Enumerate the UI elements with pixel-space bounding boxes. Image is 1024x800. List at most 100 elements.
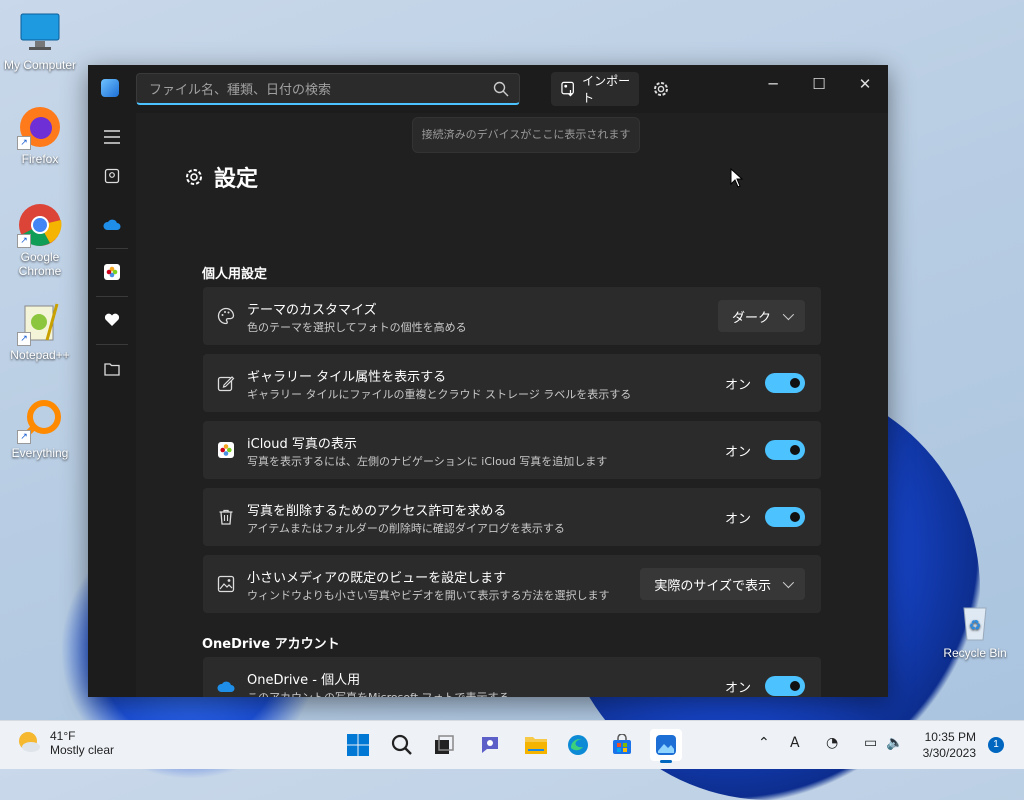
onedrive-cloud-icon <box>217 681 235 692</box>
setting-title: 写真を削除するためのアクセス許可を求める <box>247 504 507 519</box>
notification-badge[interactable]: 1 <box>988 737 1004 753</box>
gallery-icon <box>104 168 120 184</box>
title-bar: インポート ─ ☐ ✕ <box>88 65 888 113</box>
edge-icon <box>568 735 588 755</box>
icloud-photos-icon <box>218 442 234 458</box>
notepadpp-icon: ↗ <box>17 300 63 346</box>
import-button[interactable]: インポート <box>551 72 639 106</box>
weather-widget[interactable]: 41°F Mostly clear <box>16 729 114 757</box>
page-title-text: 設定 <box>214 167 259 192</box>
setting-description: ウィンドウよりも小さい写真やビデオを開いて表示する方法を選択します <box>247 589 610 602</box>
weather-temp: 41°F <box>50 729 76 743</box>
desktop-icon-label: My Computer <box>3 58 77 72</box>
store-button[interactable] <box>606 729 638 761</box>
search-icon[interactable] <box>493 81 509 97</box>
gallery-tile-toggle[interactable] <box>765 373 805 393</box>
small-media-view-dropdown[interactable]: 実際のサイズで表示 <box>640 568 805 600</box>
photos-app-icon <box>656 735 676 755</box>
desktop-icon-chrome[interactable]: ↗ Google Chrome <box>0 202 80 278</box>
desktop-icon-notepadpp[interactable]: ↗ Notepad++ <box>0 300 80 362</box>
volume-icon[interactable]: 🔈 <box>886 735 903 751</box>
taskbar: 41°F Mostly clear ⌃ A ◔ ▭ 🔈 10:35 PM 3/3… <box>0 720 1024 769</box>
sidebar-item-folders[interactable] <box>100 357 124 381</box>
heart-icon <box>104 313 120 326</box>
clock-date: 3/30/2023 <box>922 746 976 760</box>
monitor-icon <box>17 10 63 56</box>
settings-gear-icon[interactable] <box>652 80 670 98</box>
setting-description: 色のテーマを選択してフォトの個性を高める <box>247 321 467 334</box>
system-clock[interactable]: 10:35 PM 3/30/2023 <box>914 729 976 761</box>
dropdown-value: ダーク <box>731 310 771 326</box>
setting-description: このアカウントの写真をMicrosoft フォトで表示する <box>247 689 510 697</box>
photos-app-icon <box>101 79 119 97</box>
sidebar-item-onedrive[interactable] <box>100 213 124 237</box>
photos-taskbar-button[interactable] <box>650 729 682 763</box>
taskbar-search[interactable] <box>386 729 418 761</box>
toggle-group: オン <box>725 440 805 460</box>
onedrive-personal-toggle[interactable] <box>765 676 805 696</box>
search-icon <box>391 734 412 755</box>
network-icon[interactable]: ▭ <box>864 735 877 751</box>
setting-card-gallery-tile-attributes: ギャラリー タイル属性を表示する ギャラリー タイルにファイルの重複とクラウド … <box>203 354 821 412</box>
delete-permission-toggle[interactable] <box>765 507 805 527</box>
sidebar-item-icloud-photos[interactable] <box>100 260 124 284</box>
sidebar-divider <box>96 296 128 297</box>
folder-icon <box>525 737 547 754</box>
sidebar-item-favorites[interactable] <box>100 308 124 332</box>
theme-dropdown[interactable]: ダーク <box>717 300 805 332</box>
ime-mode-icon[interactable]: ◔ <box>826 735 838 751</box>
onedrive-cloud-icon <box>103 219 121 230</box>
svg-text:♻: ♻ <box>969 617 982 633</box>
menu-hamburger-icon[interactable] <box>100 125 124 149</box>
desktop-icon-recycle-bin[interactable]: ♻ Recycle Bin <box>935 598 1015 660</box>
desktop-icon-label: Firefox <box>21 152 59 166</box>
sidebar-item-gallery[interactable] <box>100 164 124 188</box>
section-title-onedrive: OneDrive アカウント <box>202 637 340 652</box>
file-explorer-button[interactable] <box>520 729 552 761</box>
task-view-icon <box>435 735 454 754</box>
trash-icon <box>219 509 233 525</box>
folder-icon <box>104 363 120 376</box>
tray-overflow-chevron-icon[interactable]: ⌃ <box>758 735 770 751</box>
shortcut-arrow-icon: ↗ <box>17 234 31 248</box>
shortcut-arrow-icon: ↗ <box>17 136 31 150</box>
start-button[interactable] <box>342 729 374 761</box>
desktop-icon-everything[interactable]: ↗ Everything <box>0 398 80 460</box>
teams-chat-button[interactable] <box>474 729 506 761</box>
setting-description: ギャラリー タイルにファイルの重複とクラウド ストレージ ラベルを表示する <box>247 388 632 401</box>
clock-time: 10:35 PM <box>924 730 976 744</box>
toggle-group: オン <box>725 676 805 696</box>
moon-cloud-icon <box>19 732 40 752</box>
search-input[interactable] <box>147 78 481 102</box>
minimize-button[interactable]: ─ <box>758 73 788 95</box>
icloud-toggle[interactable] <box>765 440 805 460</box>
desktop-icon-firefox[interactable]: ↗ Firefox <box>0 104 80 166</box>
mouse-cursor-icon <box>730 168 744 188</box>
setting-card-theme: テーマのカスタマイズ 色のテーマを選択してフォトの個性を高める ダーク <box>203 287 821 345</box>
connected-devices-tip: 接続済みのデバイスがここに表示されます <box>412 117 640 153</box>
task-view-button[interactable] <box>428 729 460 761</box>
desktop-icon-my-computer[interactable]: My Computer <box>0 10 80 72</box>
chevron-down-icon <box>782 576 795 589</box>
setting-card-delete-permission: 写真を削除するためのアクセス許可を求める アイテムまたはフォルダーの削除時に確認… <box>203 488 821 546</box>
chevron-down-icon <box>782 308 795 321</box>
photos-window: インポート ─ ☐ ✕ 設定 個人用設 <box>88 65 888 697</box>
search-box[interactable] <box>136 73 520 105</box>
import-icon <box>561 81 574 97</box>
setting-title: OneDrive - 個人用 <box>247 673 361 688</box>
toggle-state-label: オン <box>724 377 751 393</box>
edit-icon <box>217 376 235 392</box>
setting-card-icloud: iCloud 写真の表示 写真を表示するには、左側のナビゲーションに iClou… <box>203 421 821 479</box>
setting-card-small-media-view: 小さいメディアの既定のビューを設定します ウィンドウよりも小さい写真やビデオを開… <box>203 555 821 613</box>
image-icon <box>217 575 235 593</box>
settings-gear-icon <box>186 169 202 185</box>
icloud-photos-icon <box>104 264 120 280</box>
edge-button[interactable] <box>562 729 594 761</box>
windows-logo-icon <box>347 734 369 756</box>
setting-card-onedrive-personal: OneDrive - 個人用 このアカウントの写真をMicrosoft フォトで… <box>203 657 821 697</box>
ime-indicator[interactable]: A <box>790 735 800 751</box>
maximize-button[interactable]: ☐ <box>804 73 834 95</box>
firefox-icon: ↗ <box>17 104 63 150</box>
close-button[interactable]: ✕ <box>850 73 880 95</box>
setting-title: テーマのカスタマイズ <box>247 303 377 318</box>
